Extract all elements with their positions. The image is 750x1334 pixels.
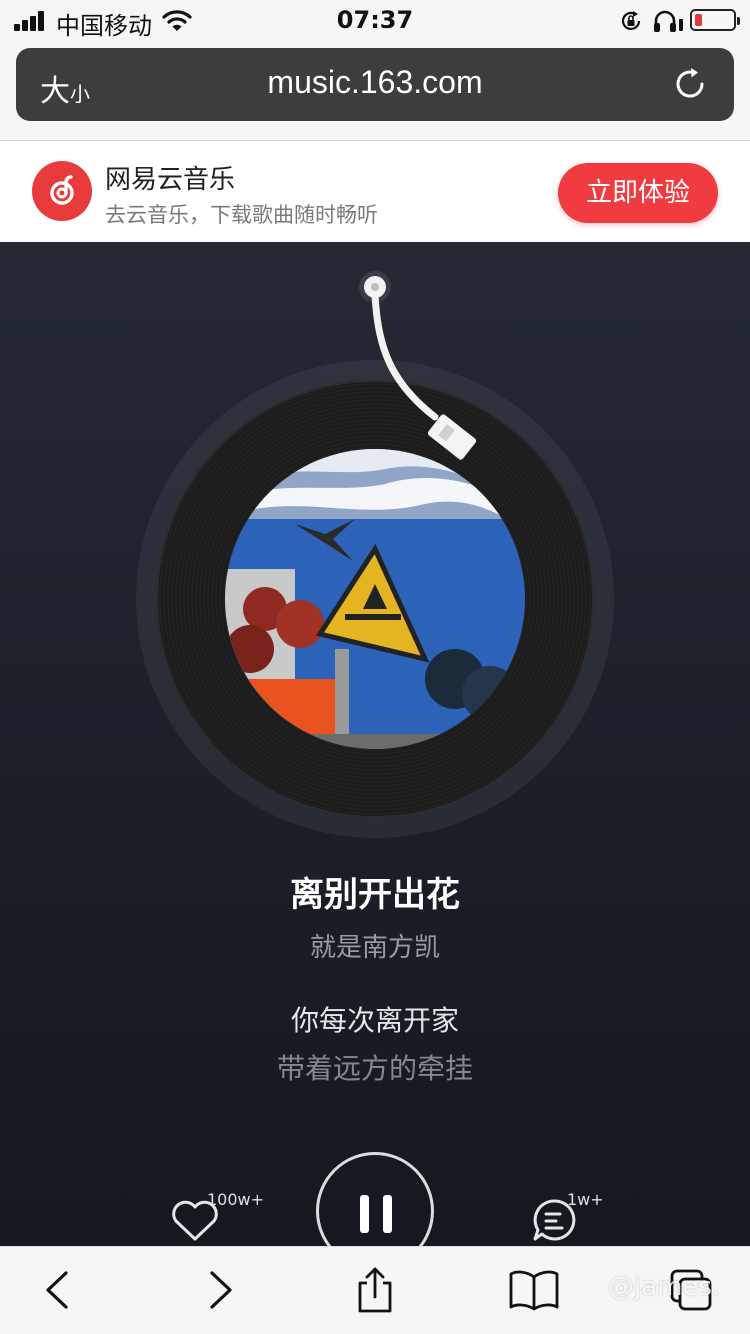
reload-icon[interactable] (672, 66, 708, 102)
pause-icon (360, 1195, 369, 1233)
headphones-icon (654, 10, 683, 32)
forward-icon[interactable] (196, 1267, 242, 1313)
try-now-button[interactable]: 立即体验 (558, 163, 718, 223)
lyric-next-line: 带着远方的牵挂 (276, 1052, 473, 1085)
watermark: @james. (608, 1272, 721, 1302)
comment-count: 1w+ (567, 1190, 604, 1209)
music-player: 离别开出花 就是南方凯 你每次离开家 带着远方的牵挂 100w+ 1w+ (0, 242, 750, 1246)
like-count: 100w+ (207, 1190, 265, 1209)
address-bar: 大小 music.163.com (16, 48, 734, 121)
netease-music-logo-icon (32, 161, 92, 221)
album-cover (225, 449, 525, 749)
artist-name: 就是南方凯 (309, 933, 440, 963)
bookmarks-icon[interactable] (508, 1267, 560, 1313)
back-icon[interactable] (36, 1267, 82, 1313)
app-banner[interactable]: 网易云音乐 去云音乐，下载歌曲随时畅听 立即体验 (0, 141, 750, 242)
app-name: 网易云音乐 (105, 165, 236, 195)
app-description: 去云音乐，下载歌曲随时畅听 (105, 203, 378, 227)
pause-button[interactable] (316, 1152, 434, 1246)
battery-icon (690, 9, 740, 31)
rotation-lock-icon (621, 11, 641, 30)
status-bar: 中国移动 07:37 (0, 0, 750, 42)
lyric-current-line: 你每次离开家 (290, 1004, 459, 1037)
share-icon[interactable] (352, 1267, 398, 1313)
url-field[interactable]: music.163.com (16, 64, 734, 101)
song-title: 离别开出花 (290, 875, 460, 915)
tonearm (359, 271, 477, 460)
pause-icon-bar (383, 1195, 392, 1233)
